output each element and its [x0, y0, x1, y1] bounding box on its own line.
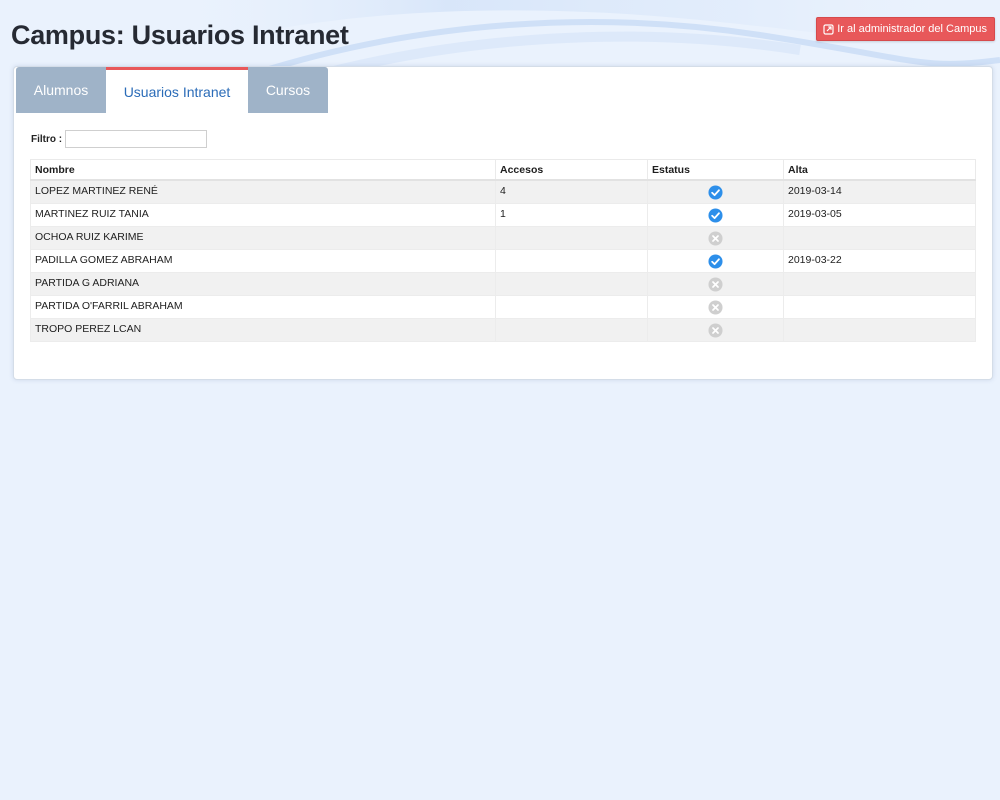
- column-header-nombre[interactable]: Nombre: [30, 159, 496, 181]
- users-table: Nombre Accesos Estatus Alta LOPEZ MARTIN…: [30, 159, 976, 342]
- cell-accesos: [495, 295, 648, 319]
- cell-accesos: 1: [495, 203, 648, 227]
- column-header-alta[interactable]: Alta: [783, 159, 976, 181]
- cell-nombre: LOPEZ MARTINEZ RENÉ: [30, 179, 496, 204]
- cell-alta: 2019-03-14: [783, 179, 976, 204]
- status-active-check-icon: [708, 185, 723, 203]
- cell-estatus: [647, 179, 784, 204]
- table-row[interactable]: PARTIDA G ADRIANA: [30, 272, 976, 296]
- status-inactive-x-icon: [708, 277, 723, 295]
- cell-estatus: [647, 318, 784, 342]
- cell-nombre: PARTIDA O'FARRIL ABRAHAM: [30, 295, 496, 319]
- table-row[interactable]: TROPO PEREZ LCAN: [30, 318, 976, 342]
- cell-alta: [783, 272, 976, 296]
- tab-alumnos[interactable]: Alumnos: [16, 67, 106, 113]
- cell-estatus: [647, 203, 784, 227]
- cell-estatus: [647, 249, 784, 273]
- cell-accesos: 4: [495, 179, 648, 204]
- table-row[interactable]: LOPEZ MARTINEZ RENÉ 4 2019-03-14: [30, 179, 976, 204]
- external-link-icon: [823, 23, 834, 35]
- status-active-check-icon: [708, 254, 723, 272]
- cell-alta: 2019-03-05: [783, 203, 976, 227]
- cell-nombre: PADILLA GOMEZ ABRAHAM: [30, 249, 496, 273]
- column-header-accesos[interactable]: Accesos: [495, 159, 648, 181]
- status-inactive-x-icon: [708, 231, 723, 249]
- cell-nombre: TROPO PEREZ LCAN: [30, 318, 496, 342]
- table-row[interactable]: MARTINEZ RUIZ TANIA 1 2019-03-05: [30, 203, 976, 227]
- filter-input[interactable]: [65, 130, 208, 148]
- table-row[interactable]: OCHOA RUIZ KARIME: [30, 226, 976, 250]
- cell-estatus: [647, 272, 784, 296]
- cell-alta: [783, 318, 976, 342]
- column-header-estatus[interactable]: Estatus: [647, 159, 784, 181]
- status-inactive-x-icon: [708, 300, 723, 318]
- cell-estatus: [647, 226, 784, 250]
- content-panel: Alumnos Usuarios Intranet Cursos Filtro …: [13, 66, 993, 380]
- cell-accesos: [495, 226, 648, 250]
- tab-cursos[interactable]: Cursos: [248, 67, 328, 113]
- cell-nombre: PARTIDA G ADRIANA: [30, 272, 496, 296]
- cell-alta: 2019-03-22: [783, 249, 976, 273]
- cell-accesos: [495, 272, 648, 296]
- cell-accesos: [495, 318, 648, 342]
- table-header-row: Nombre Accesos Estatus Alta: [30, 159, 976, 181]
- admin-button-label: Ir al administrador del Campus: [837, 23, 987, 35]
- cell-accesos: [495, 249, 648, 273]
- cell-alta: [783, 226, 976, 250]
- cell-nombre: OCHOA RUIZ KARIME: [30, 226, 496, 250]
- cell-alta: [783, 295, 976, 319]
- status-active-check-icon: [708, 208, 723, 226]
- cell-nombre: MARTINEZ RUIZ TANIA: [30, 203, 496, 227]
- filter-label: Filtro :: [31, 133, 63, 145]
- status-inactive-x-icon: [708, 323, 723, 341]
- tab-bar: Alumnos Usuarios Intranet Cursos: [16, 67, 328, 113]
- go-to-campus-admin-button[interactable]: Ir al administrador del Campus: [816, 17, 995, 41]
- table-row[interactable]: PARTIDA O'FARRIL ABRAHAM: [30, 295, 976, 319]
- filter-row: Filtro :: [31, 130, 208, 148]
- table-row[interactable]: PADILLA GOMEZ ABRAHAM 2019-03-22: [30, 249, 976, 273]
- page-title: Campus: Usuarios Intranet: [11, 20, 349, 50]
- cell-estatus: [647, 295, 784, 319]
- tab-usuarios-intranet[interactable]: Usuarios Intranet: [106, 67, 248, 113]
